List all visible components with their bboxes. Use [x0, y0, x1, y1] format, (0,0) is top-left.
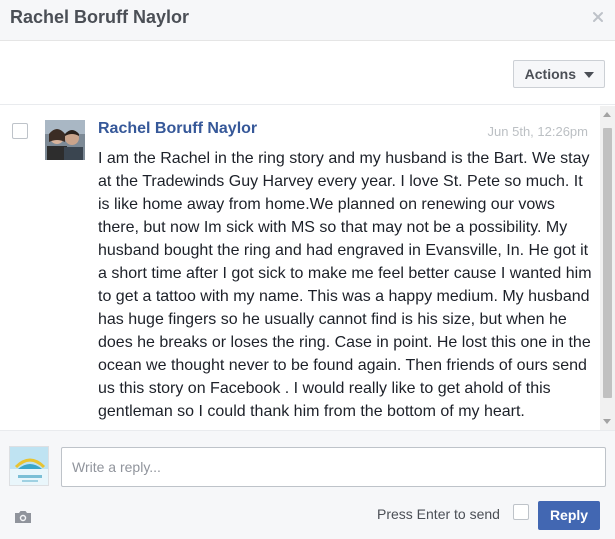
actions-label: Actions [524, 66, 576, 82]
dialog-title: Rachel Boruff Naylor [10, 7, 190, 27]
scroll-up-arrow-icon[interactable] [603, 112, 611, 117]
reply-composer: Press Enter to send Reply [0, 430, 615, 539]
scroll-down-arrow-icon[interactable] [603, 419, 611, 424]
message-select-checkbox[interactable] [12, 123, 28, 139]
toolbar: Actions [0, 41, 615, 105]
message-timestamp: Jun 5th, 12:26pm [487, 124, 588, 139]
enter-to-send-checkbox[interactable] [513, 504, 529, 520]
enter-to-send-label: Press Enter to send [377, 506, 500, 522]
sender-name-link[interactable]: Rachel Boruff Naylor [98, 120, 257, 138]
message-thread: Rachel Boruff Naylor Jun 5th, 12:26pm I … [0, 106, 615, 430]
close-icon[interactable] [590, 9, 606, 25]
actions-dropdown-button[interactable]: Actions [512, 60, 605, 88]
camera-icon[interactable] [13, 509, 33, 525]
reply-input[interactable] [61, 447, 606, 487]
page-avatar [9, 446, 49, 486]
caret-down-icon [584, 72, 594, 78]
reply-button[interactable]: Reply [538, 501, 600, 530]
thread-scrollbar[interactable] [600, 106, 615, 430]
dialog-header: Rachel Boruff Naylor [0, 0, 615, 41]
sender-avatar[interactable] [45, 120, 85, 160]
scroll-thumb[interactable] [603, 128, 612, 398]
message-body: I am the Rachel in the ring story and my… [98, 150, 592, 420]
